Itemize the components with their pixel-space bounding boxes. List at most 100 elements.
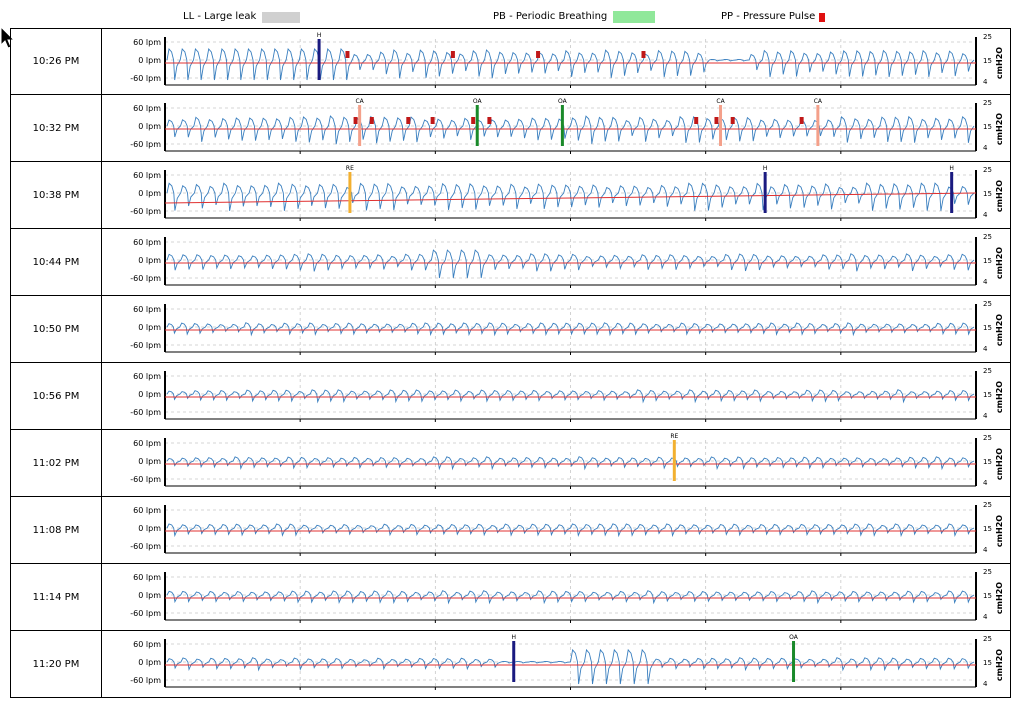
right-axis-label: cmH2O — [995, 314, 1004, 346]
pressure-pulse-marker — [730, 117, 735, 124]
right-axis-label: cmH2O — [995, 649, 1004, 681]
row-time-label: 10:56 PM — [11, 363, 102, 429]
right-tick-label: 25 — [983, 99, 992, 107]
right-tick-label: 25 — [983, 501, 992, 509]
right-tick-label: 4 — [983, 278, 988, 286]
right-axis-label: cmH2O — [995, 247, 1004, 279]
right-tick-label: 4 — [983, 412, 988, 420]
legend: LL - Large leak PB - Periodic Breathing … — [0, 0, 1021, 28]
row-time-label: 10:50 PM — [11, 296, 102, 362]
legend-item-pressure-pulse: PP - Pressure Pulse — [721, 10, 826, 24]
row-plot: 60 lpm 0 lpm -60 lpm 25 15 4 cmH2O RE H H — [130, 165, 1004, 221]
pressure-pulse-marker — [369, 117, 374, 124]
left-tick-label: -60 lpm — [130, 140, 161, 149]
row-plot: 60 lpm 0 lpm -60 lpm 25 15 4 cmH2O — [130, 367, 1004, 422]
left-tick-label: 60 lpm — [133, 171, 161, 180]
right-tick-label: 25 — [983, 300, 992, 308]
left-tick-label: 60 lpm — [133, 640, 161, 649]
row-time-label: 11:08 PM — [11, 497, 102, 563]
chart-row: 10:32 PM 60 lpm 0 lpm -60 lpm 25 15 4 cmH2O CA OA… — [10, 95, 1011, 162]
left-tick-label: -60 lpm — [130, 542, 161, 551]
left-tick-label: 60 lpm — [133, 238, 161, 247]
event-label: RE — [670, 433, 678, 440]
chart-row: 10:38 PM 60 lpm 0 lpm -60 lpm 25 15 4 cmH2O RE H H — [10, 162, 1011, 229]
pressure-pulse-marker — [345, 51, 350, 58]
chart-row: 10:50 PM 60 lpm 0 lpm -60 lpm 25 15 4 cmH2O — [10, 296, 1011, 363]
chart-rows: 10:26 PM 60 lpm 0 lpm -60 lpm 25 15 4 cmH2O H 10:… — [10, 28, 1011, 698]
right-tick-label: 15 — [983, 391, 992, 399]
left-tick-label: 0 lpm — [138, 256, 161, 265]
right-tick-label: 25 — [983, 635, 992, 643]
pressure-pulse-marker — [487, 117, 492, 124]
row-time-label: 11:02 PM — [11, 430, 102, 496]
right-tick-label: 25 — [983, 434, 992, 442]
left-tick-label: 60 lpm — [133, 506, 161, 515]
left-tick-label: 0 lpm — [138, 189, 161, 198]
pressure-pulse-marker — [353, 117, 358, 124]
chart-row: 10:56 PM 60 lpm 0 lpm -60 lpm 25 15 4 cmH2O — [10, 363, 1011, 430]
right-tick-label: 25 — [983, 166, 992, 174]
event-label: OA — [558, 98, 568, 105]
row-plot: 60 lpm 0 lpm -60 lpm 25 15 4 cmH2O — [130, 501, 1004, 556]
event-marker — [763, 172, 767, 213]
event-marker — [348, 172, 352, 213]
event-label: CA — [814, 98, 823, 105]
left-tick-label: -60 lpm — [130, 341, 161, 350]
left-tick-label: 0 lpm — [138, 390, 161, 399]
chart-row: 11:08 PM 60 lpm 0 lpm -60 lpm 25 15 4 cmH2O — [10, 497, 1011, 564]
row-time-label: 10:26 PM — [11, 29, 102, 94]
legend-label: PP - Pressure Pulse — [721, 11, 816, 22]
right-tick-label: 4 — [983, 680, 988, 688]
legend-swatch — [262, 11, 301, 23]
event-label: H — [949, 165, 954, 172]
right-tick-label: 4 — [983, 546, 988, 554]
left-tick-label: 60 lpm — [133, 372, 161, 381]
right-tick-label: 15 — [983, 525, 992, 533]
legend-item-large-leak: LL - Large leak — [183, 10, 301, 24]
right-tick-label: 15 — [983, 190, 992, 198]
row-plot: 60 lpm 0 lpm -60 lpm 25 15 4 cmH2O RE — [130, 433, 1004, 489]
left-tick-label: 0 lpm — [138, 122, 161, 131]
left-tick-label: 0 lpm — [138, 591, 161, 600]
right-tick-label: 25 — [983, 568, 992, 576]
row-time-label: 10:38 PM — [11, 162, 102, 228]
pressure-pulse-marker — [430, 117, 435, 124]
row-plot: 60 lpm 0 lpm -60 lpm 25 15 4 cmH2O — [130, 568, 1004, 623]
left-tick-label: -60 lpm — [130, 676, 161, 685]
event-label: OA — [473, 98, 483, 105]
right-tick-label: 4 — [983, 144, 988, 152]
left-tick-label: 60 lpm — [133, 104, 161, 113]
pressure-pulse-marker — [406, 117, 411, 124]
right-tick-label: 25 — [983, 367, 992, 375]
event-label: RE — [346, 165, 354, 172]
pressure-pulse-marker — [694, 117, 699, 124]
event-label: CA — [355, 98, 364, 105]
row-plot: 60 lpm 0 lpm -60 lpm 25 15 4 cmH2O — [130, 233, 1004, 288]
left-tick-label: 0 lpm — [138, 658, 161, 667]
chart-row: 11:02 PM 60 lpm 0 lpm -60 lpm 25 15 4 cmH2O RE — [10, 430, 1011, 497]
right-tick-label: 15 — [983, 324, 992, 332]
row-time-label: 11:14 PM — [11, 564, 102, 630]
right-tick-label: 4 — [983, 479, 988, 487]
left-tick-label: -60 lpm — [130, 475, 161, 484]
left-tick-label: 60 lpm — [133, 305, 161, 314]
row-time-label: 11:20 PM — [11, 631, 102, 697]
right-tick-label: 4 — [983, 211, 988, 219]
chart-row: 10:26 PM 60 lpm 0 lpm -60 lpm 25 15 4 cmH2O H — [10, 28, 1011, 95]
event-label: H — [511, 634, 516, 641]
row-plot: 60 lpm 0 lpm -60 lpm 25 15 4 cmH2O — [130, 300, 1004, 355]
right-tick-label: 25 — [983, 233, 992, 241]
right-tick-label: 4 — [983, 78, 988, 86]
right-axis-label: cmH2O — [995, 448, 1004, 480]
left-tick-label: 0 lpm — [138, 457, 161, 466]
right-tick-label: 15 — [983, 592, 992, 600]
pressure-pulse-marker — [799, 117, 804, 124]
right-tick-label: 4 — [983, 345, 988, 353]
right-tick-label: 4 — [983, 613, 988, 621]
pressure-pulse-marker — [471, 117, 476, 124]
left-tick-label: 0 lpm — [138, 524, 161, 533]
row-plot: 60 lpm 0 lpm -60 lpm 25 15 4 cmH2O H — [130, 32, 1004, 88]
chart-row: 11:14 PM 60 lpm 0 lpm -60 lpm 25 15 4 cmH2O — [10, 564, 1011, 631]
row-plot: 60 lpm 0 lpm -60 lpm 25 15 4 cmH2O H OA — [130, 634, 1004, 690]
left-tick-label: -60 lpm — [130, 274, 161, 283]
